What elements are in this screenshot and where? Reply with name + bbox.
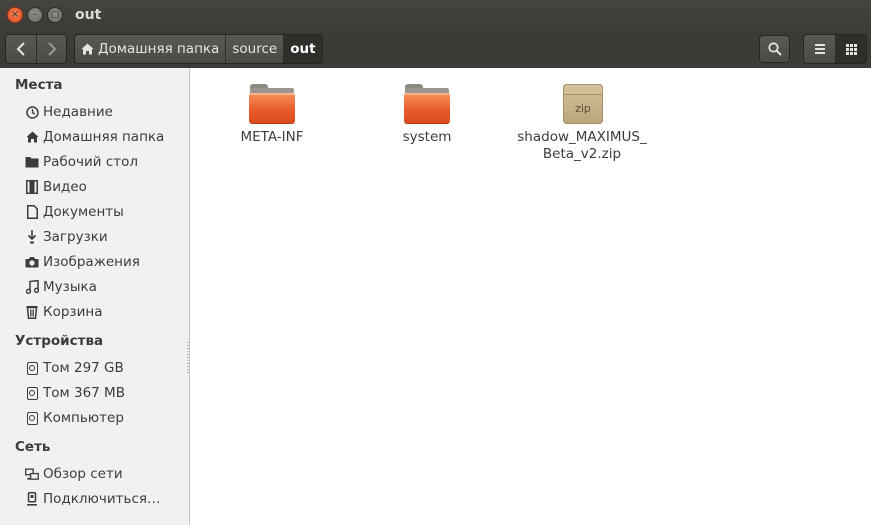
sidebar-item-music[interactable]: Музыка [25,276,185,298]
breadcrumb-out[interactable]: out [283,35,322,63]
sidebar-item-label: Корзина [43,304,103,320]
sidebar-item-browse-network[interactable]: Обзор сети [25,463,185,485]
zip-archive-icon: zip [558,84,606,126]
sidebar-item-home[interactable]: Домашняя папка [25,126,185,148]
minimize-icon: – [32,9,38,20]
maximize-window-button[interactable]: □ [47,7,63,23]
file-name-line-2: Beta_v2.zip [542,146,622,162]
chevron-right-icon [47,42,56,56]
sidebar-item-label: Подключиться… [43,491,161,507]
drive-icon [25,410,39,426]
breadcrumb-label: out [290,41,316,57]
chevron-left-icon [16,42,25,56]
sidebar-section-places: Места [15,77,63,93]
sidebar-item-recent[interactable]: Недавние [25,101,185,123]
sidebar-item-label: Рабочий стол [43,154,138,170]
grid-icon [845,43,857,55]
sidebar-item-label: Документы [43,204,124,220]
sidebar-item-pictures[interactable]: Изображения [25,251,185,273]
forward-button[interactable] [36,35,66,63]
sidebar-item-label: Компьютер [43,410,124,426]
toolbar: Домашняя папка source out [0,30,871,68]
breadcrumb-home[interactable]: Домашняя папка [75,35,226,63]
maximize-icon: □ [50,10,60,20]
sidebar-item-label: Музыка [43,279,97,295]
file-view[interactable]: META-INF system zip shadow_MAXIMUS_ Beta… [190,68,871,525]
view-switcher [803,34,867,64]
camera-icon [25,254,39,270]
sidebar-resize-handle[interactable] [187,342,189,374]
breadcrumb-source[interactable]: source [225,35,284,63]
file-name-line-1: shadow_MAXIMUS_ [517,129,647,145]
sidebar-item-label: Обзор сети [43,466,123,482]
file-item-shadow-maximus-zip[interactable]: zip shadow_MAXIMUS_ Beta_v2.zip [507,84,657,163]
grid-view-button[interactable] [835,35,866,63]
folder-icon [248,84,296,126]
file-manager-window: × – □ out Домашняя папка source out Мест… [0,0,871,525]
search-icon [767,42,782,56]
drive-icon [25,360,39,376]
download-icon [25,229,39,245]
minimize-window-button[interactable]: – [27,7,43,23]
list-icon [814,44,825,54]
sidebar-item-downloads[interactable]: Загрузки [25,226,185,248]
window-title: out [75,7,102,23]
breadcrumb: Домашняя папка source out [74,34,323,64]
sidebar-item-volume-297gb[interactable]: Том 297 GB [25,357,185,379]
document-icon [25,204,39,220]
sidebar-item-label: Загрузки [43,229,108,245]
sidebar-item-label: Недавние [43,104,113,120]
title-bar: × – □ out [0,0,871,30]
sidebar-item-documents[interactable]: Документы [25,201,185,223]
desktop-folder-icon [25,154,39,170]
sidebar-item-connect-server[interactable]: Подключиться… [25,488,185,510]
sidebar-section-network: Сеть [15,439,51,455]
file-item-meta-inf[interactable]: META-INF [197,84,347,146]
zip-badge: zip [575,102,591,115]
network-icon [25,466,39,482]
folder-icon [403,84,451,126]
trash-icon [25,304,39,320]
sidebar-section-devices: Устройства [15,333,104,349]
sidebar-item-label: Том 297 GB [43,360,124,376]
sidebar-item-label: Изображения [43,254,140,270]
history-nav [5,34,67,64]
sidebar-item-label: Домашняя папка [43,129,165,145]
back-button[interactable] [6,35,36,63]
search-button[interactable] [759,35,790,63]
sidebar-item-trash[interactable]: Корзина [25,301,185,323]
home-icon [25,129,39,145]
sidebar-item-computer[interactable]: Компьютер [25,407,185,429]
file-item-system[interactable]: system [352,84,502,146]
sidebar-item-label: Видео [43,179,87,195]
server-icon [25,491,39,507]
close-icon: × [10,9,20,20]
home-icon [81,43,94,55]
sidebar: Места Недавние Домашняя папка Рабочий ст… [0,68,190,525]
sidebar-item-desktop[interactable]: Рабочий стол [25,151,185,173]
close-window-button[interactable]: × [7,7,23,23]
music-icon [25,279,39,295]
breadcrumb-label: Домашняя папка [98,41,220,57]
sidebar-item-videos[interactable]: Видео [25,176,185,198]
file-name: META-INF [240,129,304,145]
sidebar-item-label: Том 367 MB [43,385,125,401]
list-view-button[interactable] [804,35,835,63]
drive-icon [25,385,39,401]
breadcrumb-label: source [232,41,278,57]
clock-icon [25,104,39,120]
sidebar-item-volume-367mb[interactable]: Том 367 MB [25,382,185,404]
file-name: system [402,129,452,145]
film-icon [25,179,39,195]
